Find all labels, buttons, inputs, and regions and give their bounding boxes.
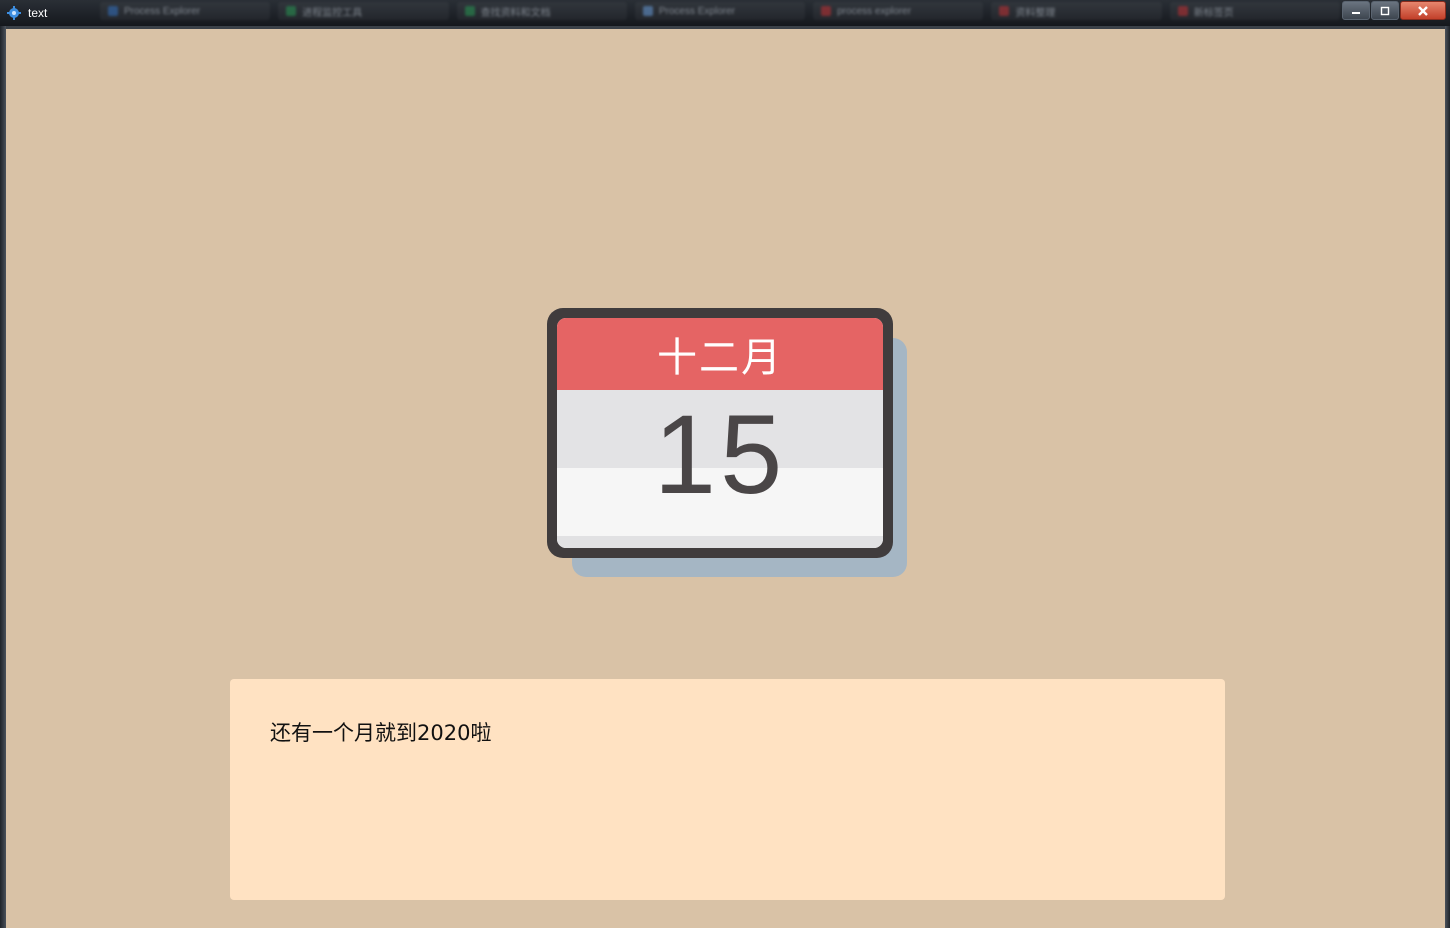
tab-icon (1177, 6, 1188, 16)
maximize-button[interactable] (1371, 1, 1399, 20)
calendar-widget: 十二月 15 (547, 308, 893, 558)
calendar-page: 十二月 15 (557, 318, 883, 548)
tab-icon (108, 6, 118, 16)
background-tab[interactable]: Process Explorer (100, 2, 271, 20)
message-text: 还有一个月就到2020啦 (270, 721, 492, 745)
tab-label: 进程监控工具 (302, 7, 363, 19)
calendar-day: 15 (653, 392, 787, 517)
tab-label: 资料整理 (1015, 7, 1056, 19)
tab-icon (286, 6, 297, 16)
minimize-button[interactable] (1342, 1, 1370, 20)
background-tab[interactable]: Process Explorer (634, 2, 806, 20)
window-controls (1342, 1, 1446, 20)
background-tab[interactable]: 查找资料和文档 (456, 2, 627, 20)
tab-label: Process Explorer (658, 5, 735, 17)
window-frame-right[interactable] (1445, 26, 1450, 928)
calendar-footer (557, 536, 883, 548)
tab-icon (821, 6, 832, 16)
tab-label: process explorer (837, 5, 912, 17)
background-tab[interactable]: 资料整理 (991, 2, 1162, 20)
background-tab[interactable]: process explorer (813, 2, 984, 20)
tab-label: 新标签页 (1193, 7, 1234, 19)
app-window: text Process Explorer 进程监控工具 查找资料和文档 Pro… (0, 0, 1450, 928)
background-tab[interactable]: 进程监控工具 (278, 2, 449, 20)
background-tab[interactable]: 新标签页 (1169, 2, 1340, 20)
window-frame-left[interactable] (0, 26, 6, 928)
close-button[interactable] (1400, 1, 1446, 20)
tab-icon (642, 6, 653, 16)
maximize-icon (1380, 6, 1390, 15)
gear-icon (7, 6, 21, 20)
window-frame-top (0, 26, 1450, 29)
title-bar[interactable]: text Process Explorer 进程监控工具 查找资料和文档 Pro… (0, 0, 1450, 26)
tab-icon (999, 6, 1010, 16)
calendar-month: 十二月 (557, 318, 883, 390)
tab-label: 查找资料和文档 (480, 7, 551, 19)
message-panel: 还有一个月就到2020啦 (230, 679, 1225, 900)
window-title: text (28, 6, 48, 20)
tab-label: Process Explorer (124, 5, 201, 17)
tab-icon (464, 6, 475, 16)
close-icon (1418, 5, 1428, 16)
minimize-icon (1352, 11, 1360, 14)
background-taskbar-tabs: Process Explorer 进程监控工具 查找资料和文档 Process … (100, 2, 1340, 22)
